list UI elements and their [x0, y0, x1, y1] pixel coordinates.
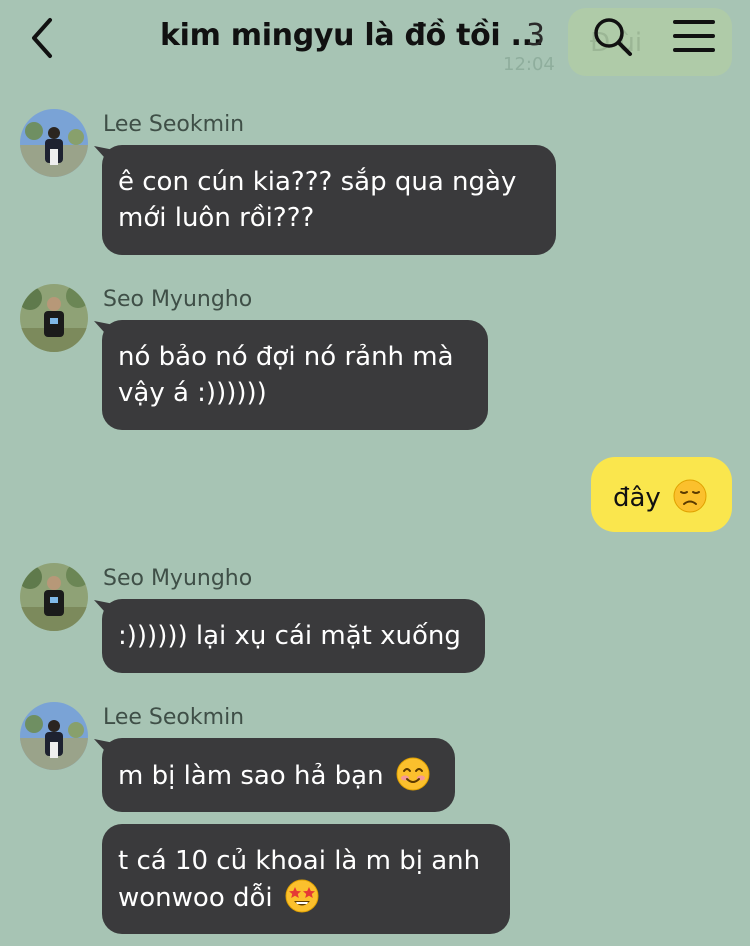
sender-name: Lee Seokmin: [103, 705, 245, 730]
member-count: 3: [526, 18, 546, 53]
message-text: đây: [613, 483, 661, 513]
message-text: t cá 10 củ khoai là m bị anh: [118, 846, 481, 876]
chat-header: Đ ùi 12:04 kim mingyu là đồ tồi ... 3: [0, 0, 750, 80]
avatar-lee-seokmin[interactable]: [20, 109, 88, 177]
avatar-seo-myungho[interactable]: [20, 563, 88, 631]
message-bubble[interactable]: ê con cún kia??? sắp qua ngày mới luôn r…: [102, 145, 556, 255]
message-bubble[interactable]: :)))))) lại xụ cái mặt xuống: [102, 599, 485, 673]
message-bubble[interactable]: m bị làm sao hả bạn: [102, 738, 455, 812]
avatar-photo: [20, 109, 88, 177]
sender-name: Seo Myungho: [103, 287, 253, 312]
message-text: vậy á :)))))): [118, 378, 267, 408]
message-bubble[interactable]: nó bảo nó đợi nó rảnh mà vậy á :)))))): [102, 320, 488, 430]
search-icon[interactable]: [590, 14, 636, 60]
message-text: m bị làm sao hả bạn: [118, 757, 439, 794]
message-text: nó bảo nó đợi nó rảnh mà: [118, 342, 454, 372]
disappointed-face-icon: [673, 479, 707, 513]
message-bubble[interactable]: t cá 10 củ khoai là m bị anh wonwoo dỗi: [102, 824, 510, 934]
message-text: wonwoo dỗi: [118, 879, 494, 916]
smiling-face-icon: [396, 757, 430, 791]
avatar-photo: [20, 702, 88, 770]
chat-title: kim mingyu là đồ tồi ...: [160, 18, 544, 53]
avatar-photo: [20, 563, 88, 631]
my-message-bubble[interactable]: đây: [591, 457, 732, 532]
menu-icon[interactable]: [672, 16, 716, 56]
avatar-seo-myungho[interactable]: [20, 284, 88, 352]
back-arrow-icon[interactable]: [22, 16, 62, 60]
avatar-photo: [20, 284, 88, 352]
message-text: :)))))) lại xụ cái mặt xuống: [118, 621, 461, 651]
avatar-lee-seokmin[interactable]: [20, 702, 88, 770]
sender-name: Seo Myungho: [103, 566, 253, 591]
message-text: ê con cún kia??? sắp qua ngày: [118, 167, 517, 197]
star-struck-face-icon: [285, 879, 319, 913]
message-text: mới luôn rồi???: [118, 203, 315, 233]
faded-message-time: 12:04: [503, 54, 555, 75]
sender-name: Lee Seokmin: [103, 112, 245, 137]
